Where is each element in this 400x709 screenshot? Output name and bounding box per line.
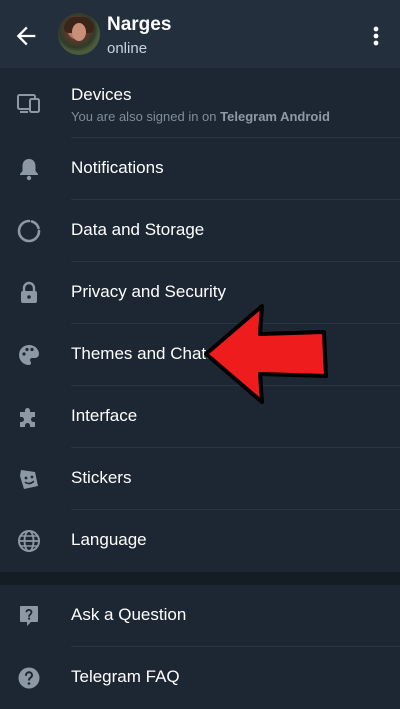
- menu-item-subtitle: You are also signed in on Telegram Andro…: [71, 109, 330, 124]
- status-bar: [0, 0, 400, 6]
- palette-icon: [19, 345, 39, 365]
- menu-item-privacy-security[interactable]: Privacy and Security: [0, 262, 400, 324]
- menu-item-themes-chats[interactable]: Themes and Chats: [0, 324, 400, 386]
- profile-name: Narges: [107, 14, 172, 35]
- menu-item-label: Interface: [71, 406, 138, 425]
- question-bubble-icon: [20, 606, 38, 626]
- menu-item-label: Language: [71, 530, 147, 549]
- menu-item-interface[interactable]: Interface: [0, 386, 400, 448]
- bell-icon: [20, 159, 38, 181]
- profile-status: online: [107, 40, 148, 57]
- menu-item-label: Data and Storage: [71, 220, 205, 239]
- puzzle-icon: [20, 408, 35, 427]
- avatar[interactable]: [58, 13, 100, 55]
- menu-item-label: Stickers: [71, 468, 132, 487]
- menu-item-label: Ask a Question: [71, 605, 187, 624]
- menu-item-stickers[interactable]: Stickers: [0, 448, 400, 510]
- menu-item-label: Themes and Chats: [71, 344, 215, 363]
- menu-item-language[interactable]: Language: [0, 510, 400, 572]
- menu-item-ask-question[interactable]: Ask a Question: [0, 585, 400, 647]
- red-annotation-arrow: [204, 304, 328, 404]
- section-separator: [0, 572, 400, 585]
- top-app-bar: Narges online: [0, 0, 400, 68]
- data-storage-icon: [17, 219, 41, 243]
- menu-item-data-storage[interactable]: Data and Storage: [0, 200, 400, 262]
- globe-icon: [18, 530, 40, 552]
- menu-item-label: Notifications: [71, 158, 164, 177]
- question-circle-icon: [18, 667, 40, 689]
- sticker-icon: [20, 470, 38, 489]
- back-arrow-icon[interactable]: [12, 22, 40, 50]
- lock-icon: [21, 281, 37, 303]
- more-options-icon[interactable]: [366, 24, 386, 48]
- menu-item-label: Devices: [71, 85, 132, 104]
- menu-item-label: Telegram FAQ: [71, 667, 180, 686]
- menu-item-devices[interactable]: Devices You are also signed in on Telegr…: [0, 72, 400, 134]
- menu-item-notifications[interactable]: Notifications: [0, 138, 400, 200]
- devices-icon: [17, 94, 40, 113]
- menu-item-label: Privacy and Security: [71, 282, 226, 301]
